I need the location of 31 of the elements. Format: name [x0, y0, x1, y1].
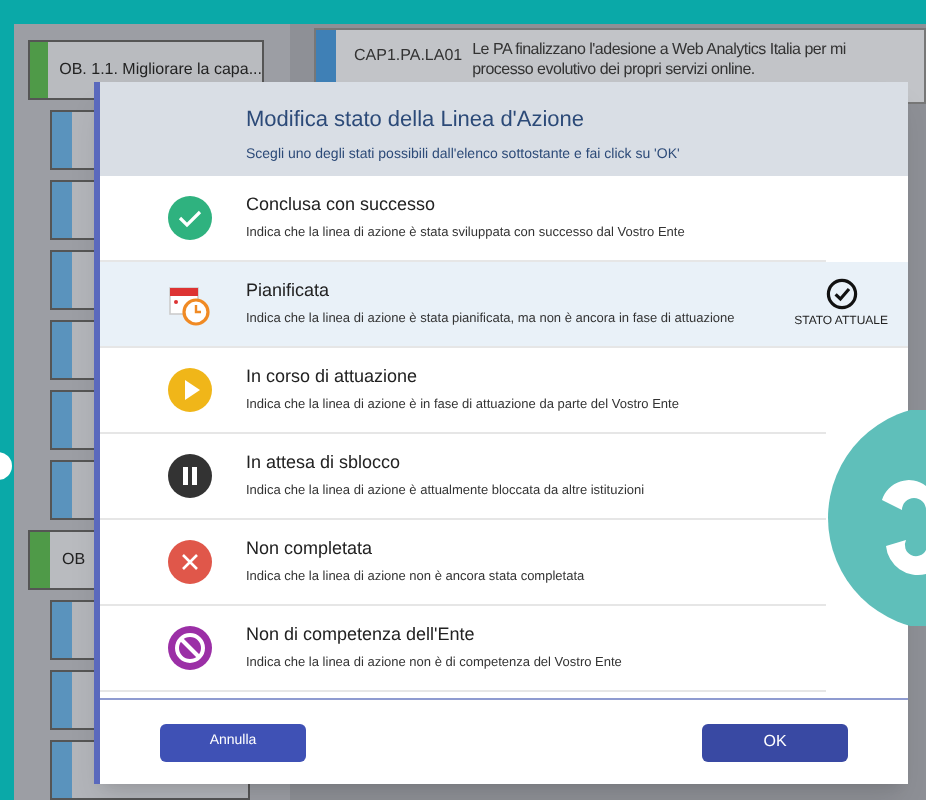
option-title: Pianificata [246, 277, 332, 304]
action-description: processo evolutivo dei propri servizi online. [472, 60, 757, 80]
option-title: In corso di attuazione [246, 363, 420, 390]
status-stripe [52, 252, 72, 308]
status-stripe [52, 182, 72, 238]
option-title: Non completata [246, 535, 375, 562]
check-circle-icon [825, 277, 858, 309]
status-stripe [52, 112, 72, 168]
objective-label: OB. 1.1. Migliorare la capa... [59, 58, 262, 82]
option-title: Non di competenza dell'Ente [246, 621, 477, 648]
action-description: Le PA finalizzano l'adesione a Web Analytics Italia per mi [472, 40, 846, 60]
option-title: Conclusa con successo [246, 191, 438, 218]
status-stripe [52, 742, 72, 798]
ok-button[interactable]: OK [702, 723, 848, 761]
objective-label: OB [62, 548, 86, 572]
close-icon [168, 540, 212, 584]
status-stripe [52, 672, 72, 728]
status-stripe [30, 42, 48, 98]
calendar-clock-icon [168, 282, 212, 326]
play-icon [168, 368, 212, 412]
status-stripe [52, 392, 72, 448]
option-title: In attesa di sblocco [246, 449, 403, 476]
status-stripe [52, 322, 72, 378]
status-stripe [30, 532, 50, 588]
action-code: CAP1.PA.LA01 [354, 44, 463, 68]
modal-title: Modifica stato della Linea d'Azione [246, 106, 587, 136]
status-stripe [52, 462, 72, 518]
prohibited-icon [168, 626, 212, 670]
status-stripe [52, 602, 72, 658]
check-icon [168, 196, 212, 240]
pause-icon [168, 454, 212, 498]
